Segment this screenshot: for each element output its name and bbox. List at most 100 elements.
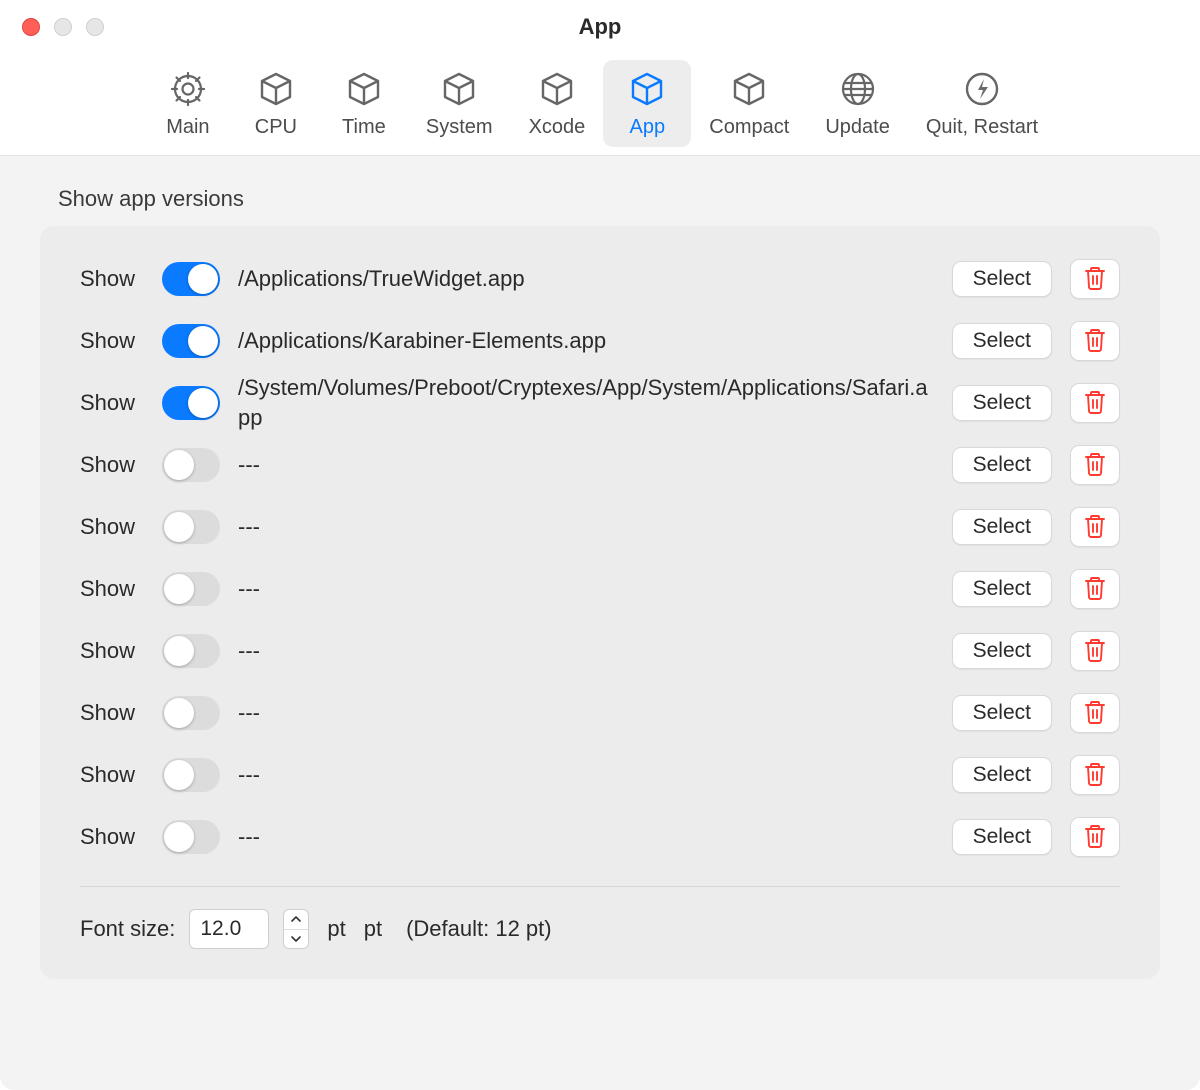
show-toggle[interactable] xyxy=(162,386,220,420)
trash-icon xyxy=(1083,699,1107,728)
delete-button[interactable] xyxy=(1070,445,1120,485)
font-size-stepper[interactable] xyxy=(283,909,309,949)
row-show-label: Show xyxy=(80,266,144,292)
stepper-down[interactable] xyxy=(284,930,308,949)
delete-button[interactable] xyxy=(1070,631,1120,671)
trash-icon xyxy=(1083,327,1107,356)
delete-button[interactable] xyxy=(1070,693,1120,733)
zoom-window-button xyxy=(86,18,104,36)
cube-icon xyxy=(626,68,668,110)
show-toggle[interactable] xyxy=(162,634,220,668)
toolbar-tab-main[interactable]: Main xyxy=(144,60,232,147)
select-button[interactable]: Select xyxy=(952,633,1052,669)
trash-icon xyxy=(1083,823,1107,852)
select-button[interactable]: Select xyxy=(952,571,1052,607)
app-row: Show /Applications/Karabiner-Elements.ap… xyxy=(80,310,1120,372)
globe-icon xyxy=(837,68,879,110)
toolbar-tab-quit-restart[interactable]: Quit, Restart xyxy=(908,60,1056,147)
show-toggle[interactable] xyxy=(162,758,220,792)
show-toggle[interactable] xyxy=(162,572,220,606)
app-path: /Applications/Karabiner-Elements.app xyxy=(238,326,934,356)
font-size-field[interactable]: 12.0 xyxy=(189,909,269,949)
app-versions-panel: Show /Applications/TrueWidget.app Select… xyxy=(40,226,1160,979)
trash-icon xyxy=(1083,451,1107,480)
select-button[interactable]: Select xyxy=(952,323,1052,359)
toolbar-tab-label: Update xyxy=(825,116,890,139)
toolbar-tab-label: CPU xyxy=(255,116,297,139)
delete-button[interactable] xyxy=(1070,817,1120,857)
show-toggle[interactable] xyxy=(162,696,220,730)
preferences-window: App Main CPU Time System Xcode xyxy=(0,0,1200,1090)
trash-icon xyxy=(1083,761,1107,790)
trash-icon xyxy=(1083,265,1107,294)
delete-button[interactable] xyxy=(1070,383,1120,423)
gear-icon xyxy=(167,68,209,110)
toolbar-tab-compact[interactable]: Compact xyxy=(691,60,807,147)
section-header: Show app versions xyxy=(40,186,1160,212)
window-title: App xyxy=(0,14,1200,40)
toolbar-tab-label: Compact xyxy=(709,116,789,139)
titlebar: App xyxy=(0,0,1200,54)
traffic-lights xyxy=(0,18,104,36)
show-toggle[interactable] xyxy=(162,820,220,854)
toolbar-tab-system[interactable]: System xyxy=(408,60,511,147)
toolbar-tab-time[interactable]: Time xyxy=(320,60,408,147)
show-toggle[interactable] xyxy=(162,448,220,482)
row-show-label: Show xyxy=(80,514,144,540)
row-show-label: Show xyxy=(80,452,144,478)
cube-icon xyxy=(343,68,385,110)
trash-icon xyxy=(1083,637,1107,666)
cube-icon xyxy=(255,68,297,110)
font-size-unit: pt xyxy=(364,916,382,942)
select-button[interactable]: Select xyxy=(952,819,1052,855)
font-size-default-hint: (Default: 12 pt) xyxy=(406,916,552,942)
app-path: --- xyxy=(238,698,934,728)
close-window-button[interactable] xyxy=(22,18,40,36)
app-path: --- xyxy=(238,760,934,790)
select-button[interactable]: Select xyxy=(952,447,1052,483)
select-button[interactable]: Select xyxy=(952,757,1052,793)
show-toggle[interactable] xyxy=(162,262,220,296)
delete-button[interactable] xyxy=(1070,321,1120,361)
row-show-label: Show xyxy=(80,762,144,788)
toolbar-tab-label: Quit, Restart xyxy=(926,116,1038,139)
cube-icon xyxy=(536,68,578,110)
cube-icon xyxy=(438,68,480,110)
toolbar-tab-app[interactable]: App xyxy=(603,60,691,147)
app-row: Show --- Select xyxy=(80,682,1120,744)
cube-icon xyxy=(728,68,770,110)
divider xyxy=(80,886,1120,887)
app-row: Show --- Select xyxy=(80,744,1120,806)
row-show-label: Show xyxy=(80,328,144,354)
select-button[interactable]: Select xyxy=(952,261,1052,297)
app-row: Show --- Select xyxy=(80,558,1120,620)
font-size-row: Font size: 12.0 pt pt (Default: 12 pt) xyxy=(80,909,1120,949)
app-row: Show --- Select xyxy=(80,620,1120,682)
app-path: --- xyxy=(238,574,934,604)
content-area: Show app versions Show /Applications/Tru… xyxy=(0,156,1200,1090)
stepper-up[interactable] xyxy=(284,910,308,930)
select-button[interactable]: Select xyxy=(952,695,1052,731)
minimize-window-button xyxy=(54,18,72,36)
toolbar: Main CPU Time System Xcode App C xyxy=(0,54,1200,156)
app-row: Show --- Select xyxy=(80,496,1120,558)
toolbar-tab-xcode[interactable]: Xcode xyxy=(511,60,604,147)
delete-button[interactable] xyxy=(1070,569,1120,609)
show-toggle[interactable] xyxy=(162,510,220,544)
font-size-unit: pt xyxy=(327,916,345,942)
delete-button[interactable] xyxy=(1070,259,1120,299)
font-size-label: Font size: xyxy=(80,916,175,942)
toolbar-tab-cpu[interactable]: CPU xyxy=(232,60,320,147)
toolbar-tab-label: Main xyxy=(166,116,209,139)
toolbar-tab-update[interactable]: Update xyxy=(807,60,908,147)
app-path: --- xyxy=(238,636,934,666)
delete-button[interactable] xyxy=(1070,755,1120,795)
delete-button[interactable] xyxy=(1070,507,1120,547)
app-row: Show --- Select xyxy=(80,806,1120,868)
select-button[interactable]: Select xyxy=(952,509,1052,545)
show-toggle[interactable] xyxy=(162,324,220,358)
app-path: --- xyxy=(238,822,934,852)
select-button[interactable]: Select xyxy=(952,385,1052,421)
app-row: Show /Applications/TrueWidget.app Select xyxy=(80,248,1120,310)
app-row: Show --- Select xyxy=(80,434,1120,496)
